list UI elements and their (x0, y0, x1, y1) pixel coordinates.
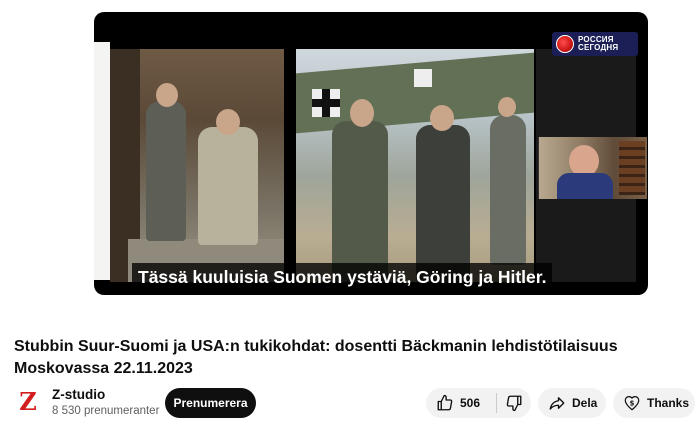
logo-text-line2: СЕГОДНЯ (578, 43, 619, 52)
video-subtitle: Tässä kuuluisia Suomen ystäviä, Göring j… (132, 263, 553, 291)
like-dislike-group: 506 (426, 388, 531, 418)
like-button[interactable]: 506 (426, 388, 496, 418)
thumbs-down-icon (505, 394, 523, 412)
like-count: 506 (460, 396, 481, 410)
thanks-icon: $ (623, 394, 641, 412)
share-icon (548, 394, 566, 412)
channel-avatar[interactable]: Z (14, 388, 42, 416)
video-photo-left (110, 49, 284, 282)
svg-text:$: $ (630, 399, 635, 407)
video-frame-border (94, 42, 110, 280)
channel-avatar-letter: Z (19, 387, 37, 416)
broadcaster-globe-icon (556, 35, 574, 53)
video-player[interactable]: РОССИЯ СЕГОДНЯ Tässä kuuluisia Suomen ys… (94, 12, 648, 295)
thumbs-up-icon (436, 394, 454, 412)
thanks-button[interactable]: $ Thanks (613, 388, 695, 418)
webcam-inset (538, 137, 647, 199)
broadcaster-logo: РОССИЯ СЕГОДНЯ (552, 32, 638, 56)
subscribe-button[interactable]: Prenumerera (165, 388, 256, 418)
thanks-label: Thanks (647, 396, 690, 410)
video-photo-middle (296, 49, 534, 282)
subscriber-count: 8 530 prenumeranter (52, 405, 160, 417)
dislike-button[interactable] (497, 388, 531, 418)
share-button[interactable]: Dela (538, 388, 606, 418)
video-title: Stubbin Suur-Suomi ja USA:n tukikohdat: … (14, 338, 618, 377)
share-label: Dela (572, 396, 598, 410)
channel-name[interactable]: Z-studio (52, 387, 105, 402)
